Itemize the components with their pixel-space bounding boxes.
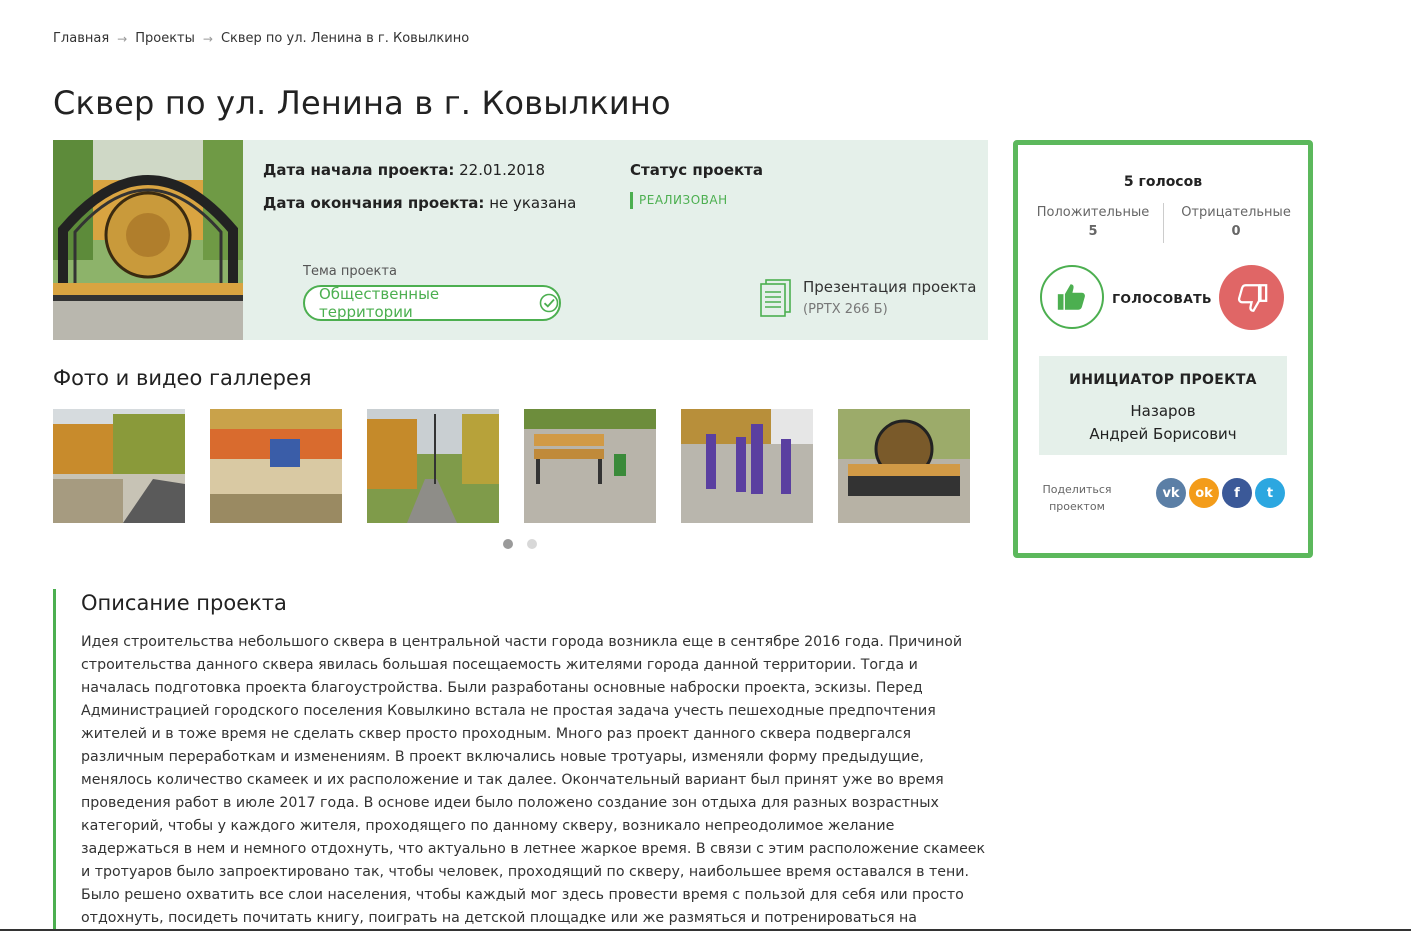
initiator-title: ИНИЦИАТОР ПРОЕКТА bbox=[1069, 372, 1257, 388]
presentation-link[interactable]: Презентация проекта (PPTX 266 Б) bbox=[759, 278, 976, 318]
gallery-thumb[interactable] bbox=[367, 409, 499, 523]
votes-total: 5 голосов bbox=[1123, 174, 1203, 190]
positive-votes-count: 5 bbox=[1088, 224, 1098, 239]
social-share-buttons: vk ok f t bbox=[1156, 478, 1285, 508]
gallery-title: Фото и видео галлерея bbox=[53, 366, 312, 390]
status-label: Статус проекта bbox=[630, 161, 763, 179]
vk-icon[interactable]: vk bbox=[1156, 478, 1186, 508]
like-button[interactable] bbox=[1040, 265, 1104, 329]
initiator-block: ИНИЦИАТОР ПРОЕКТА Назаров Андрей Борисов… bbox=[1039, 356, 1287, 455]
thumb-image bbox=[524, 409, 656, 523]
thumb-image bbox=[367, 409, 499, 523]
thumb-image bbox=[53, 409, 185, 523]
breadcrumb-current: Сквер по ул. Ленина в г. Ковылкино bbox=[220, 31, 470, 46]
project-start-date: Дата начала проекта: 22.01.2018 bbox=[263, 161, 545, 179]
thumbs-up-icon bbox=[1057, 284, 1085, 310]
project-end-date: Дата окончания проекта: не указана bbox=[263, 194, 576, 212]
twitter-icon[interactable]: t bbox=[1255, 478, 1285, 508]
start-date-label: Дата начала проекта: bbox=[263, 161, 455, 179]
gallery-pagination bbox=[503, 539, 537, 549]
theme-chip-label: Общественные территории bbox=[319, 285, 440, 321]
facebook-icon[interactable]: f bbox=[1222, 478, 1252, 508]
dislike-button[interactable] bbox=[1219, 265, 1284, 330]
project-cover-image[interactable] bbox=[53, 140, 243, 340]
page-title: Сквер по ул. Ленина в г. Ковылкино bbox=[53, 84, 671, 122]
presentation-meta: (PPTX 266 Б) bbox=[803, 302, 888, 317]
check-circle-icon bbox=[539, 293, 559, 313]
project-description: Описание проекта Идея строительства небо… bbox=[53, 589, 988, 931]
gallery-thumb[interactable] bbox=[210, 409, 342, 523]
gallery-thumb[interactable] bbox=[838, 409, 970, 523]
start-date-value: 22.01.2018 bbox=[459, 161, 546, 179]
description-title: Описание проекта bbox=[81, 591, 287, 615]
breadcrumb-home[interactable]: Главная bbox=[53, 31, 109, 46]
breadcrumb-projects[interactable]: Проекты bbox=[135, 31, 195, 46]
vote-panel: 5 голосов Положительные 5 Отрицательные … bbox=[1013, 140, 1313, 558]
thumb-image bbox=[210, 409, 342, 523]
positive-votes: Положительные 5 bbox=[1023, 205, 1163, 239]
thumb-image bbox=[838, 409, 970, 523]
theme-label: Тема проекта bbox=[303, 264, 397, 279]
breadcrumb: Главная → Проекты → Сквер по ул. Ленина … bbox=[53, 31, 469, 46]
arrow-right-icon: → bbox=[202, 31, 213, 46]
share-label-line2: проектом bbox=[1049, 500, 1105, 513]
gallery-thumb[interactable] bbox=[681, 409, 813, 523]
document-icon bbox=[760, 279, 791, 317]
share-label-line1: Поделиться bbox=[1042, 483, 1112, 496]
initiator-name: Назаров Андрей Борисович bbox=[1039, 400, 1287, 446]
description-text: Идея строительства небольшого сквера в ц… bbox=[81, 634, 986, 926]
initiator-given-name: Андрей Борисович bbox=[1089, 425, 1237, 443]
gallery-thumb[interactable] bbox=[524, 409, 656, 523]
initiator-surname: Назаров bbox=[1130, 402, 1196, 420]
theme-chip[interactable]: Общественные территории bbox=[303, 285, 561, 321]
project-info-card: Дата начала проекта: 22.01.2018 Дата око… bbox=[53, 140, 988, 340]
thumb-image bbox=[681, 409, 813, 523]
arrow-right-icon: → bbox=[117, 31, 128, 46]
gallery-dot[interactable] bbox=[503, 539, 513, 549]
gallery-thumb[interactable] bbox=[53, 409, 185, 523]
thumbs-down-icon bbox=[1237, 283, 1267, 312]
status-badge: РЕАЛИЗОВАН bbox=[630, 192, 728, 209]
presentation-title: Презентация проекта bbox=[803, 278, 977, 296]
end-date-value: не указана bbox=[489, 194, 577, 212]
share-label: Поделиться проектом bbox=[1032, 481, 1122, 515]
gallery-thumbnails bbox=[53, 409, 970, 523]
negative-votes-count: 0 bbox=[1231, 224, 1241, 239]
odnoklassniki-icon[interactable]: ok bbox=[1189, 478, 1219, 508]
cover-illustration bbox=[53, 140, 243, 340]
gallery-dot[interactable] bbox=[527, 539, 537, 549]
end-date-label: Дата окончания проекта: bbox=[263, 194, 485, 212]
positive-votes-label: Положительные bbox=[1036, 205, 1150, 220]
negative-votes-label: Отрицательные bbox=[1181, 205, 1291, 220]
negative-votes: Отрицательные 0 bbox=[1166, 205, 1306, 239]
vote-label: ГОЛОСОВАТЬ bbox=[1112, 291, 1212, 306]
vote-divider bbox=[1163, 203, 1164, 243]
